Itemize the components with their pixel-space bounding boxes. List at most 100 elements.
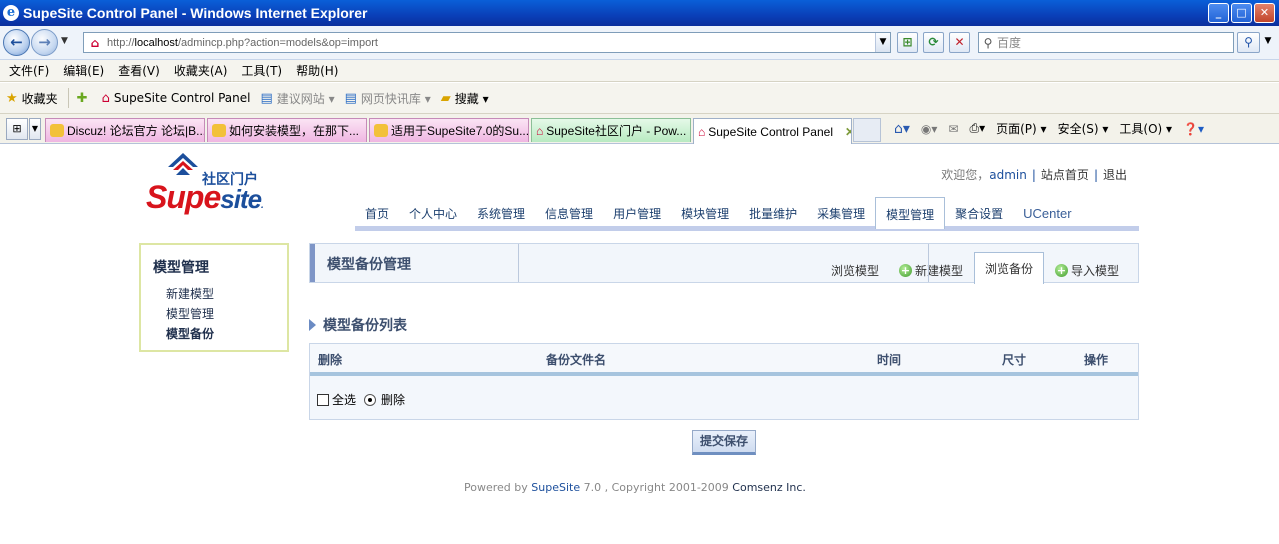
tab-control-panel[interactable]: ⌂SupeSite Control Panel✕ bbox=[693, 118, 852, 144]
sidebar: 模型管理 新建模型 模型管理 模型备份 bbox=[139, 243, 289, 352]
tab-install-model[interactable]: 如何安装模型，在那下... bbox=[207, 118, 367, 142]
mail-icon[interactable]: ✉ bbox=[948, 122, 958, 136]
fav-web-slice-gallery[interactable]: ▤ 网页快讯库 ▾ bbox=[345, 90, 431, 107]
quick-tabs-icon[interactable]: ⊞ bbox=[6, 118, 28, 140]
submit-save-button[interactable]: 提交保存 bbox=[692, 430, 756, 455]
window-title: SupeSite Control Panel - Windows Interne… bbox=[23, 5, 368, 21]
tab-list-icon[interactable]: ▼ bbox=[29, 118, 41, 140]
close-window-button[interactable]: ✕ bbox=[1254, 3, 1275, 23]
maximize-button[interactable]: □ bbox=[1231, 3, 1252, 23]
col-actions: 操作 bbox=[1084, 353, 1109, 367]
nav-models[interactable]: 模型管理 bbox=[875, 197, 946, 229]
back-button[interactable]: ← bbox=[3, 29, 30, 56]
nav-personal[interactable]: 个人中心 bbox=[399, 197, 467, 229]
supesite-favicon-icon: ⌂ bbox=[536, 123, 544, 138]
footer-product-link[interactable]: SupeSite bbox=[531, 481, 580, 494]
address-input[interactable]: ⌂ http://localhost/admincp.php?action=mo… bbox=[83, 32, 891, 53]
sidebar-item-new-model[interactable]: 新建模型 bbox=[153, 284, 275, 304]
nav-modules[interactable]: 模块管理 bbox=[671, 197, 739, 229]
col-filename: 备份文件名 bbox=[546, 353, 607, 367]
tab-bar: ⊞ ▼ Discuz! 论坛官方 论坛|B... 如何安装模型，在那下... 适… bbox=[0, 114, 1279, 144]
subtab-browse-backups[interactable]: 浏览备份 bbox=[974, 252, 1045, 284]
site-favicon-icon: ⌂ bbox=[90, 35, 100, 50]
help-icon[interactable]: ❓▾ bbox=[1183, 122, 1204, 136]
nav-collect[interactable]: 采集管理 bbox=[807, 197, 875, 229]
feeds-icon[interactable]: ◉▾ bbox=[921, 122, 938, 136]
col-size: 尺寸 bbox=[1002, 353, 1027, 367]
tab-page-icon bbox=[374, 124, 388, 137]
nav-ucenter[interactable]: UCenter bbox=[1013, 197, 1081, 229]
search-input[interactable]: ⚲ 百度 bbox=[978, 32, 1234, 53]
site-home-link[interactable]: 站点首页 bbox=[1041, 168, 1089, 182]
col-delete: 删除 bbox=[318, 353, 343, 367]
nav-aggregate[interactable]: 聚合设置 bbox=[945, 197, 1013, 229]
fav-suggested-sites[interactable]: ▤ 建议网站 ▾ bbox=[260, 90, 334, 107]
search-button[interactable]: ⚲ bbox=[1237, 32, 1260, 53]
new-tab-button[interactable] bbox=[853, 118, 881, 142]
print-icon[interactable]: ⎙▾ bbox=[969, 121, 985, 136]
nav-home[interactable]: 首页 bbox=[355, 197, 399, 229]
add-icon: + bbox=[899, 264, 912, 277]
safety-menu[interactable]: 安全(S) ▾ bbox=[1058, 120, 1109, 137]
subtab-import-model[interactable]: + 导入模型 bbox=[1055, 262, 1119, 279]
menu-tools[interactable]: 工具(T) bbox=[241, 62, 282, 79]
subtab-new-model[interactable]: + 新建模型 bbox=[899, 262, 963, 279]
tab-page-icon bbox=[212, 124, 226, 137]
compatibility-icon[interactable]: ⊞ bbox=[897, 32, 918, 53]
menu-file[interactable]: 文件(F) bbox=[9, 62, 49, 79]
footer-company-link[interactable]: Comsenz Inc. bbox=[732, 481, 806, 494]
add-favorite-button[interactable]: ✚ bbox=[77, 91, 92, 106]
stop-icon[interactable]: ✕ bbox=[949, 32, 970, 53]
subtab-browse-models[interactable]: 浏览模型 bbox=[831, 262, 879, 279]
footer: Powered by SupeSite 7.0 , Copyright 2001… bbox=[464, 481, 806, 494]
favorites-button[interactable]: ★ 收藏夹 bbox=[6, 90, 58, 107]
sidebar-title: 模型管理 bbox=[153, 260, 209, 276]
menu-view[interactable]: 查看(V) bbox=[118, 62, 160, 79]
nav-system[interactable]: 系统管理 bbox=[467, 197, 535, 229]
menu-bar: 文件(F) 编辑(E) 查看(V) 收藏夹(A) 工具(T) 帮助(H) bbox=[0, 60, 1279, 82]
nav-batch[interactable]: 批量维护 bbox=[739, 197, 807, 229]
home-icon[interactable]: ⌂▾ bbox=[894, 121, 910, 137]
delete-radio[interactable] bbox=[364, 393, 377, 406]
close-tab-icon[interactable]: ✕ bbox=[845, 125, 851, 139]
panel-accent bbox=[310, 244, 315, 282]
main-nav: 首页 个人中心 系统管理 信息管理 用户管理 模块管理 批量维护 采集管理 模型… bbox=[355, 197, 1082, 231]
history-dropdown-icon[interactable]: ▼ bbox=[61, 36, 68, 46]
menu-help[interactable]: 帮助(H) bbox=[296, 62, 338, 79]
minimize-button[interactable]: _ bbox=[1208, 3, 1229, 23]
list-title: 模型备份列表 bbox=[309, 315, 407, 335]
sidebar-item-model-backup[interactable]: 模型备份 bbox=[153, 324, 275, 344]
address-toolbar: ← → ▼ ⌂ http://localhost/admincp.php?act… bbox=[0, 26, 1279, 60]
panel-divider bbox=[518, 244, 519, 282]
fav-supesite[interactable]: ⌂ SupeSite Control Panel bbox=[102, 91, 251, 106]
triangle-right-icon bbox=[309, 319, 316, 331]
nav-info[interactable]: 信息管理 bbox=[535, 197, 603, 229]
tab-supesite-portal[interactable]: ⌂ SupeSite社区门户 - Pow... bbox=[531, 118, 691, 142]
select-all-label: 全选 bbox=[332, 393, 357, 407]
tab-discuz[interactable]: Discuz! 论坛官方 论坛|B... bbox=[45, 118, 205, 142]
nav-users[interactable]: 用户管理 bbox=[603, 197, 671, 229]
username-link[interactable]: admin bbox=[989, 168, 1027, 182]
panel-header: 模型备份管理 浏览模型 + 新建模型 浏览备份 + 导入模型 bbox=[309, 243, 1139, 284]
search-options-icon[interactable]: ▼ bbox=[1262, 32, 1274, 53]
sidebar-item-model-manage[interactable]: 模型管理 bbox=[153, 304, 275, 324]
add-star-icon: ✚ bbox=[76, 90, 88, 106]
select-all-checkbox[interactable] bbox=[317, 393, 329, 406]
menu-edit[interactable]: 编辑(E) bbox=[63, 62, 104, 79]
welcome-text: 欢迎您， bbox=[941, 168, 990, 182]
logo-house-icon bbox=[168, 153, 198, 175]
ie-page-icon: ▤ bbox=[344, 90, 357, 106]
supesite-logo[interactable]: 社区门户 Supesite. bbox=[146, 153, 276, 215]
user-nav: 欢迎您，admin | 站点首页 | 退出 bbox=[941, 168, 1127, 182]
page-menu[interactable]: 页面(P) ▾ bbox=[996, 120, 1046, 137]
menu-favorites[interactable]: 收藏夹(A) bbox=[174, 62, 228, 79]
logout-link[interactable]: 退出 bbox=[1103, 168, 1127, 182]
supesite-favicon-icon: ⌂ bbox=[101, 90, 110, 106]
tools-menu[interactable]: 工具(O) ▾ bbox=[1119, 120, 1172, 137]
refresh-icon[interactable]: ⟳ bbox=[923, 32, 944, 53]
fav-folder[interactable]: ▰ 搜藏 ▾ bbox=[441, 90, 489, 107]
address-dropdown-icon[interactable]: ▼ bbox=[875, 33, 890, 52]
tab-supesite70[interactable]: 适用于SupeSite7.0的Su... bbox=[369, 118, 529, 142]
forward-button[interactable]: → bbox=[31, 29, 58, 56]
url-host: localhost bbox=[134, 36, 178, 49]
